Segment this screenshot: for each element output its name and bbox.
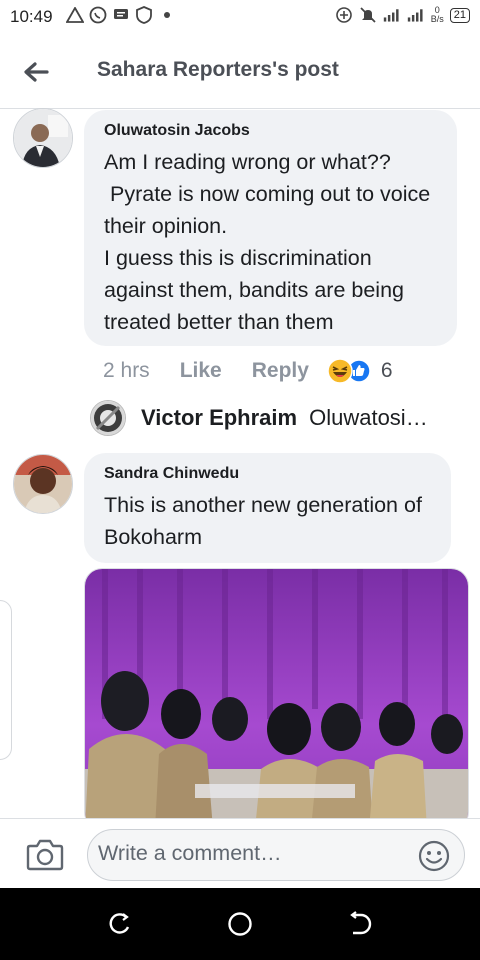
shield-icon: [135, 6, 153, 24]
home-button[interactable]: [227, 911, 253, 937]
status-time: 10:49: [10, 7, 53, 26]
back-button[interactable]: [18, 54, 54, 90]
emoji-icon[interactable]: [418, 840, 450, 872]
comment-image[interactable]: [84, 568, 469, 830]
mute-icon: [359, 6, 377, 24]
comment-text: This is another new generation of Bokoha…: [104, 493, 428, 549]
message-icon: [112, 6, 130, 24]
like-button[interactable]: Like: [180, 359, 222, 383]
comment-text: Am I reading wrong or what?? Pyrate is n…: [104, 150, 431, 334]
camera-icon: [26, 839, 64, 871]
comment-input[interactable]: Write a comment…: [87, 829, 465, 881]
reply-button[interactable]: Reply: [252, 359, 309, 383]
comment-bubble[interactable]: Sandra Chinwedu This is another new gene…: [84, 453, 451, 563]
reply-avatar[interactable]: [90, 400, 126, 436]
recent-apps-button[interactable]: [107, 911, 133, 937]
post-header: Sahara Reporters's post: [0, 34, 480, 109]
avatar[interactable]: [13, 454, 73, 514]
comment-author[interactable]: Oluwatosin Jacobs: [104, 122, 437, 140]
dot-icon: [158, 6, 176, 24]
reactions[interactable]: [327, 358, 371, 384]
signal-icon: [383, 6, 401, 24]
back-arrow-icon: [24, 62, 49, 82]
system-nav-bar: [0, 888, 480, 960]
status-bar: 10:49 0 B/s 21: [0, 0, 480, 34]
comment-actions: 2 hrs Like Reply 6: [103, 358, 393, 384]
avatar[interactable]: [13, 108, 73, 168]
data-saver-icon: [335, 6, 353, 24]
recent-apps-icon: [109, 913, 130, 934]
page-title: Sahara Reporters's post: [97, 58, 339, 81]
home-icon: [228, 912, 252, 936]
comment-composer: Write a comment…: [0, 818, 480, 889]
comment-time: 2 hrs: [103, 359, 150, 382]
whatsapp-icon: [89, 6, 107, 24]
comment-bubble[interactable]: Oluwatosin Jacobs Am I reading wrong or …: [84, 110, 457, 346]
comment-input-placeholder: Write a comment…: [98, 841, 282, 865]
reaction-count: 6: [380, 359, 393, 382]
network-speed-unit: B/s: [430, 14, 444, 24]
warning-triangle-icon: [66, 6, 84, 24]
back-nav-button[interactable]: [348, 911, 374, 937]
notification-icons: [66, 6, 176, 24]
battery-indicator: 21: [449, 7, 470, 23]
back-nav-icon: [350, 911, 372, 935]
network-speed: 0 B/s: [431, 6, 444, 24]
comment-author[interactable]: Sandra Chinwedu: [104, 465, 431, 483]
reply-text: Oluwatosin Jacobs: [309, 405, 437, 430]
reply-preview[interactable]: Victor Ephraim Oluwatosin Jacobs: [90, 400, 460, 436]
signal-2-icon: [407, 6, 425, 24]
system-icons: 0 B/s 21: [335, 6, 470, 24]
reply-author[interactable]: Victor Ephraim: [141, 405, 297, 431]
card-edge: [0, 600, 12, 760]
haha-icon: [327, 358, 353, 384]
camera-button[interactable]: [26, 837, 64, 871]
